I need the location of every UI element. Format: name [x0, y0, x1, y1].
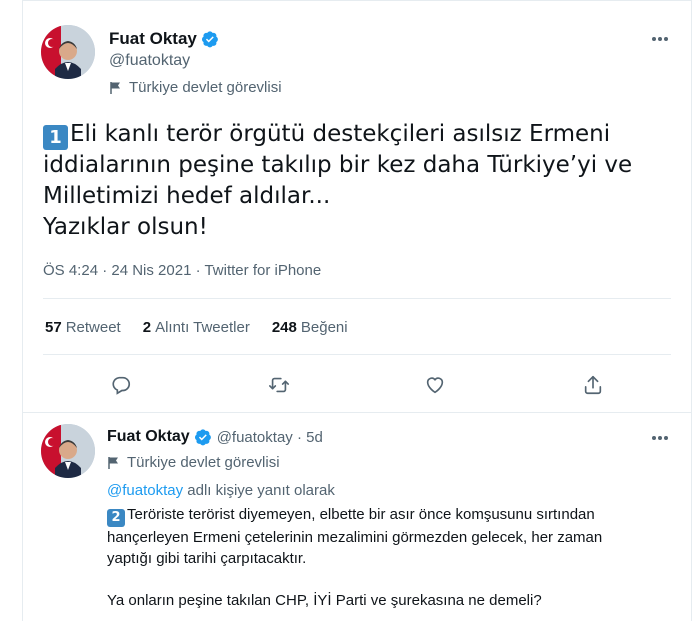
like-count[interactable]: 248 Beğeni — [272, 319, 348, 336]
retweet-button[interactable] — [265, 371, 293, 399]
flag-icon — [109, 81, 123, 95]
tweet-timestamp[interactable]: ÖS 4:24 · 24 Nis 2021 · Twitter for iPho… — [43, 262, 321, 279]
author-handle-time[interactable]: @fuatoktay · 5d — [217, 429, 323, 446]
like-count-label: Beğeni — [300, 319, 348, 336]
reply-author-row: Fuat Oktay @fuatoktay · 5d — [107, 428, 323, 446]
tweet-text: 1 Eli kanlı terör örgütü destekçileri ası… — [43, 119, 673, 243]
tweet-stats: 57 Retweet 2 Alıntı Tweetler 248 Beğeni — [45, 319, 370, 336]
reply-to-handle-link[interactable]: @fuatoktay — [107, 482, 183, 499]
tweet-actions — [23, 371, 691, 399]
heart-icon — [426, 377, 444, 394]
quote-count-value: 2 — [142, 319, 152, 336]
more-icon — [652, 37, 668, 41]
quote-count-label: Alıntı Tweetler — [155, 319, 250, 336]
avatar-image — [41, 424, 95, 478]
like-count-value: 248 — [271, 319, 297, 336]
verified-icon — [201, 30, 219, 48]
more-options-button[interactable] — [647, 428, 673, 448]
share-icon — [584, 375, 602, 395]
author-handle[interactable]: @fuatoktay — [109, 52, 190, 70]
avatar[interactable] — [41, 25, 95, 79]
government-label-text: Türkiye devlet görevlisi — [129, 79, 282, 96]
share-button[interactable] — [579, 371, 607, 399]
retweet-count[interactable]: 57 Retweet — [45, 319, 121, 336]
tweet-body: Eli kanlı terör örgütü destekçileri asıl… — [43, 121, 633, 240]
verified-icon — [194, 428, 212, 446]
keycap-two-icon: 2 — [107, 509, 125, 527]
reply-to-suffix: adlı kişiye yanıt olarak — [183, 482, 335, 499]
more-options-button[interactable] — [647, 29, 673, 49]
reply-icon — [112, 376, 131, 395]
keycap-one-icon: 1 — [43, 125, 68, 150]
more-icon — [652, 436, 668, 440]
government-label-text: Türkiye devlet görevlisi — [127, 454, 280, 471]
retweet-count-value: 57 — [45, 319, 62, 336]
avatar-image — [41, 25, 95, 79]
government-label: Türkiye devlet görevlisi — [109, 79, 282, 96]
author-name[interactable]: Fuat Oktay — [107, 428, 190, 446]
divider — [43, 354, 671, 355]
retweet-count-label: Retweet — [65, 319, 121, 336]
tweet-thread: Fuat Oktay @fuatoktay Türkiye devlet gör… — [22, 0, 692, 621]
reply-tweet-body: Teröriste terörist diyemeyen, elbette bi… — [107, 506, 603, 609]
quote-count[interactable]: 2 Alıntı Tweetler — [143, 319, 250, 336]
author-name-row: Fuat Oktay — [109, 29, 219, 49]
tweet-separator — [23, 412, 691, 413]
government-label: Türkiye devlet görevlisi — [107, 454, 280, 471]
retweet-icon — [269, 377, 289, 393]
author-handle-row: @fuatoktay — [109, 52, 190, 70]
like-button[interactable] — [421, 371, 449, 399]
replying-to: @fuatoktay adlı kişiye yanıt olarak — [107, 482, 335, 499]
author-name[interactable]: Fuat Oktay — [109, 29, 197, 49]
reply-tweet-text: 2 Teröriste terörist diyemeyen, elbette b… — [107, 504, 677, 611]
avatar[interactable] — [41, 424, 95, 478]
reply-button[interactable] — [107, 371, 135, 399]
divider — [43, 298, 671, 299]
flag-icon — [107, 456, 121, 470]
